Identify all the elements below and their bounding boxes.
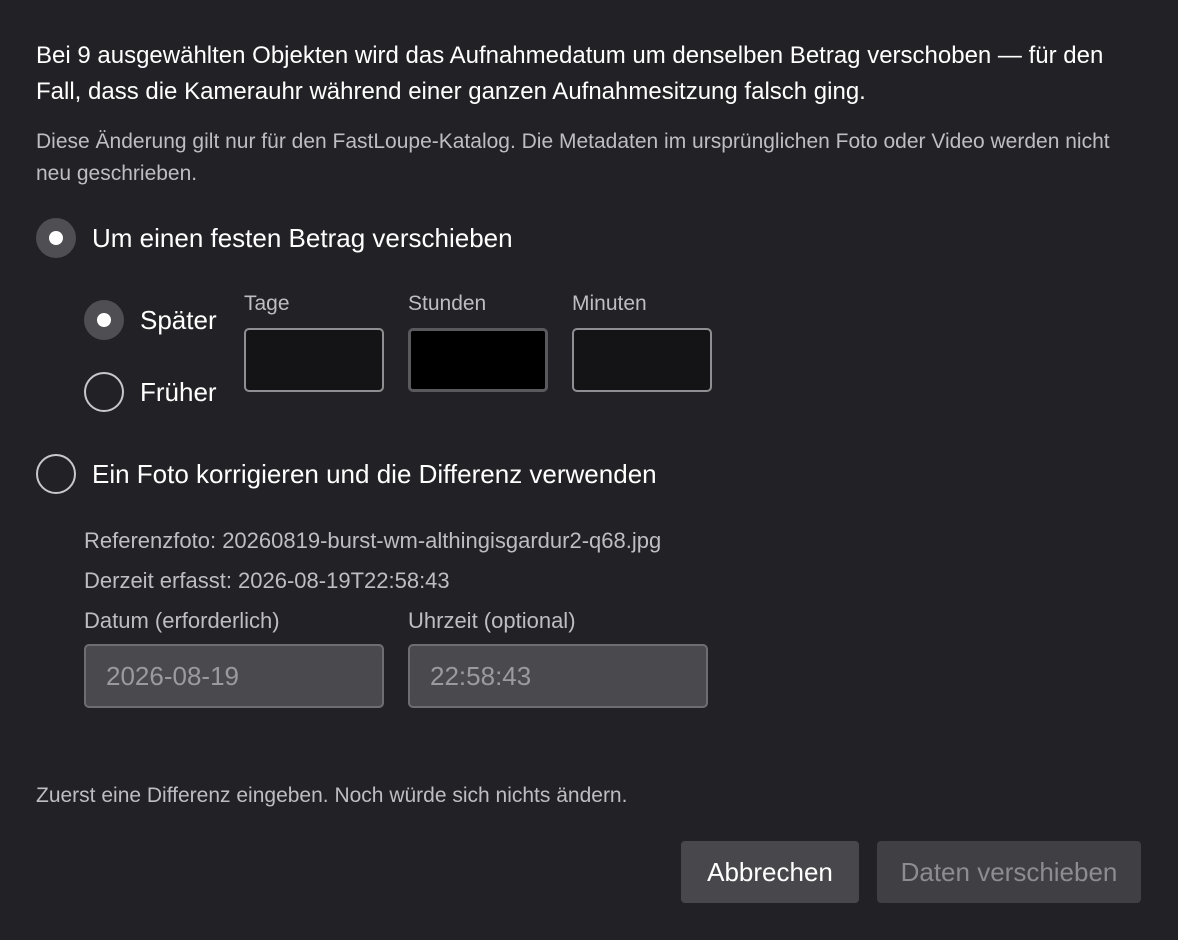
mode-fixed-amount-option[interactable]: Um einen festen Betrag verschieben [36, 218, 513, 258]
mode-correct-photo-label: Ein Foto korrigieren und die Differenz v… [92, 458, 657, 489]
radio-checked-icon[interactable] [36, 218, 76, 258]
hours-label: Stunden [408, 292, 487, 315]
direction-later-label: Später [140, 304, 217, 335]
cancel-button[interactable]: Abbrechen [681, 841, 859, 903]
hours-input[interactable] [408, 328, 548, 392]
status-message: Zuerst eine Differenz eingeben. Noch wür… [36, 784, 628, 807]
date-label: Datum (erforderlich) [84, 608, 280, 633]
mode-correct-photo-option[interactable]: Ein Foto korrigieren und die Differenz v… [36, 454, 657, 494]
time-label: Uhrzeit (optional) [408, 608, 576, 633]
shift-dates-button[interactable]: Daten verschieben [877, 841, 1141, 903]
reference-photo-line: Referenzfoto: 20260819-burst-wm-althingi… [84, 528, 662, 553]
time-input[interactable] [408, 644, 708, 708]
days-input[interactable] [244, 328, 384, 392]
direction-earlier-option[interactable]: Früher [84, 372, 217, 412]
date-input[interactable] [84, 644, 384, 708]
days-label: Tage [244, 292, 290, 315]
captured-time-line: Derzeit erfasst: 2026-08-19T22:58:43 [84, 568, 450, 593]
minutes-input[interactable] [572, 328, 712, 392]
shift-dates-dialog: Bei 9 ausgewählten Objekten wird das Auf… [0, 0, 1178, 940]
radio-unchecked-icon[interactable] [84, 372, 124, 412]
radio-unchecked-icon[interactable] [36, 454, 76, 494]
direction-later-option[interactable]: Später [84, 300, 217, 340]
catalog-only-note: Diese Änderung gilt nur für den FastLoup… [36, 130, 1110, 185]
mode-fixed-amount-label: Um einen festen Betrag verschieben [92, 222, 513, 253]
radio-checked-icon[interactable] [84, 300, 124, 340]
direction-earlier-label: Früher [140, 376, 217, 407]
minutes-label: Minuten [572, 292, 647, 315]
intro-text: Bei 9 ausgewählten Objekten wird das Auf… [36, 42, 1104, 105]
